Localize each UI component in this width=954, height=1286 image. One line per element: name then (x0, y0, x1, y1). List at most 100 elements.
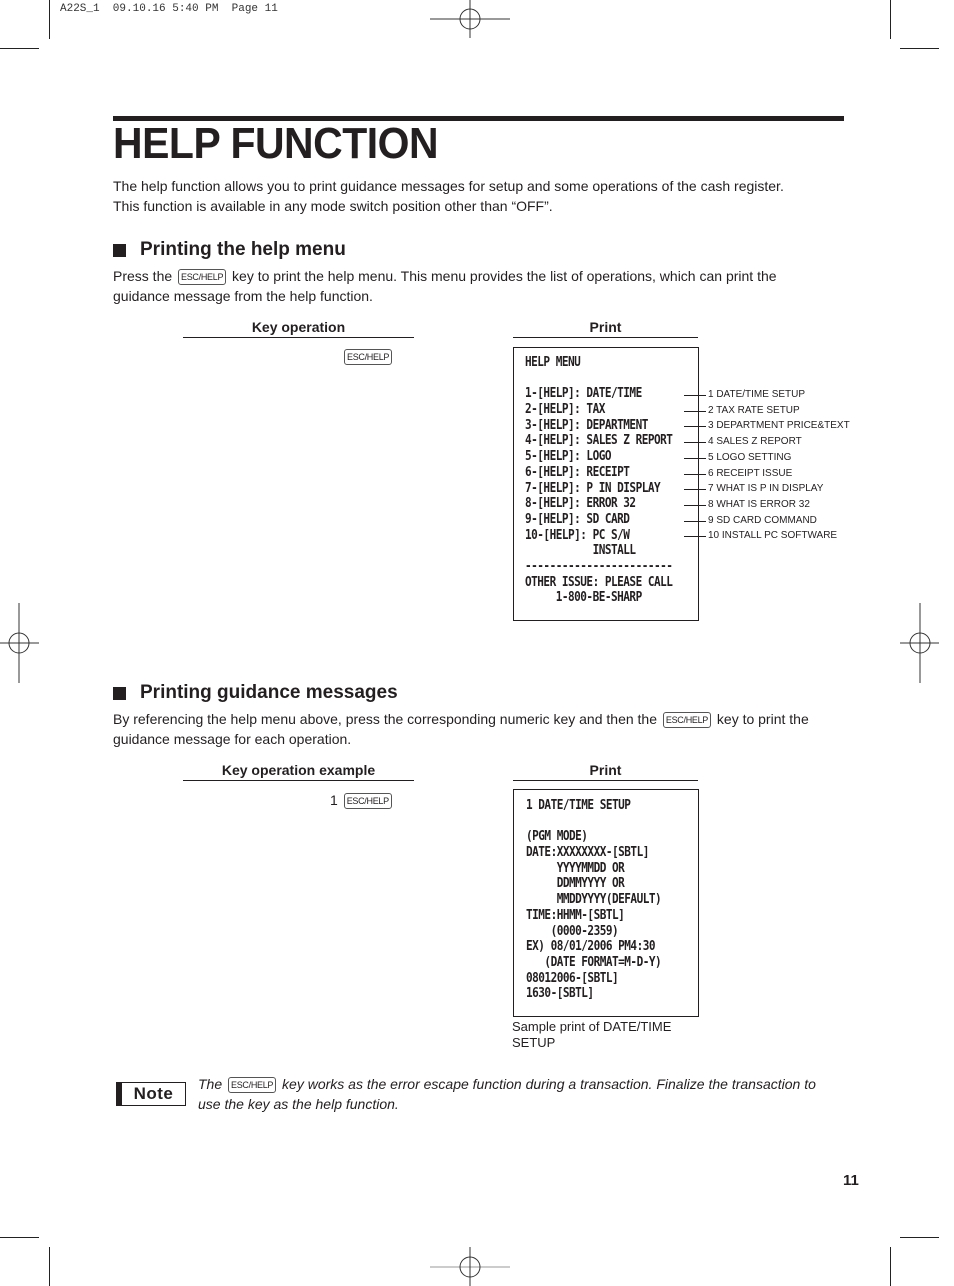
crop-mark-top-right-v (890, 0, 891, 39)
intro-line-2: This function is available in any mode s… (113, 198, 553, 214)
key-sequence-example: 1 ESC/HELP (330, 792, 394, 809)
leader-line (684, 410, 706, 412)
section-heading-text: Printing guidance messages (140, 682, 398, 703)
receipt-line: MMDDYYYY(DEFAULT) (526, 892, 662, 908)
square-bullet-icon (113, 686, 126, 700)
crop-mark-bottom-right-h (900, 1237, 939, 1238)
section1-paragraph: Press the ESC/HELP key to print the help… (113, 266, 853, 306)
receipt-line: 2-[HELP]: TAX (525, 402, 605, 418)
receipt-line: 1630-[SBTL] (526, 986, 594, 1002)
esc-help-key-icon: ESC/HELP (228, 1077, 277, 1093)
help-menu-annotation: 3 DEPARTMENT PRICE&TEXT (708, 420, 850, 432)
receipt-line: 1-800-BE-SHARP (525, 590, 643, 606)
crop-mark-top-right-h (900, 48, 939, 49)
receipt-line: 1-[HELP]: DATE/TIME (525, 386, 642, 402)
text: guidance message from the help function. (113, 288, 373, 304)
receipt-line: (DATE FORMAT=M-D-Y) (526, 954, 662, 970)
help-menu-annotation: 5 LOGO SETTING (708, 451, 792, 463)
receipt-line: 10-[HELP]: PC S/W (525, 527, 630, 543)
crop-mark-top-left-v (49, 0, 50, 39)
receipt-line: 6-[HELP]: RECEIPT (525, 464, 630, 480)
receipt-line: YYYYMMDD OR (526, 860, 625, 876)
text: key works as the error escape function d… (282, 1076, 816, 1092)
crop-mark-bottom-left-h (0, 1237, 39, 1238)
leader-line (684, 520, 706, 522)
receipt-line: (PGM MODE) (526, 829, 588, 845)
esc-help-key-icon: ESC/HELP (178, 269, 227, 285)
date-time-setup-receipt: 1 DATE/TIME SETUP (PGM MODE) DATE:XXXXXXXX… (513, 789, 699, 1017)
help-menu-annotation: 9 SD CARD COMMAND (708, 514, 817, 526)
text: use the key as the help function. (198, 1096, 399, 1112)
caption-line: Sample print of DATE/TIME (512, 1019, 672, 1034)
numeric-key-digit: 1 (330, 792, 338, 808)
note-badge: Note (116, 1082, 186, 1106)
receipt-line: HELP MENU (525, 355, 581, 370)
help-menu-annotation: 8 WHAT IS ERROR 32 (708, 498, 810, 510)
receipt-line: DDMMYYYY OR (526, 876, 625, 892)
receipt-line: 4-[HELP]: SALES Z REPORT (525, 433, 673, 449)
receipt-line: 3-[HELP]: DEPARTMENT (525, 417, 648, 433)
esc-help-key-icon: ESC/HELP (662, 712, 712, 728)
receipt-line: DATE:XXXXXXXX-[SBTL] (526, 845, 649, 861)
text: Press the (113, 268, 173, 284)
crop-mark-bottom-right-v (890, 1247, 891, 1286)
receipt-line: INSTALL (525, 543, 637, 559)
help-menu-annotation: 4 SALES Z REPORT (708, 436, 802, 448)
key-operation-example-header: Key operation example (183, 762, 414, 781)
esc-help-key-icon: ESC/HELP (344, 349, 393, 365)
intro-paragraph: The help function allows you to print gu… (113, 176, 853, 216)
text: By referencing the help menu above, pres… (113, 711, 657, 727)
receipt-caption: Sample print of DATE/TIME SETUP (512, 1019, 671, 1051)
receipt-line: OTHER ISSUE: PLEASE CALL (525, 574, 673, 590)
receipt-line (525, 371, 672, 387)
section2-paragraph: By referencing the help menu above, pres… (113, 709, 853, 749)
page-number: 11 (843, 1172, 859, 1189)
registration-mark-right-icon (900, 603, 939, 683)
text: key to print the (716, 711, 809, 727)
print-header: Print (513, 762, 698, 781)
receipt-line: 1 DATE/TIME SETUP (526, 798, 631, 813)
page-title: HELP FUNCTION (113, 119, 439, 168)
help-menu-annotation: 7 WHAT IS P IN DISPLAY (708, 483, 824, 495)
leader-line (684, 489, 706, 491)
registration-mark-bottom-icon (430, 1247, 510, 1286)
esc-help-key-icon: ESC/HELP (343, 793, 392, 809)
key-sequence: ESC/HELP (342, 348, 394, 365)
print-header: Print (513, 319, 698, 338)
key-operation-header: Key operation (183, 319, 414, 338)
receipt-line: 08012006-[SBTL] (526, 970, 619, 986)
leader-line (684, 426, 706, 428)
note-text: The ESC/HELP key works as the error esca… (198, 1074, 843, 1114)
text: key to print the help menu. This menu pr… (232, 268, 777, 284)
leader-line (684, 473, 706, 475)
receipt-line: 9-[HELP]: SD CARD (525, 511, 630, 527)
leader-line (684, 457, 706, 459)
registration-mark-top-icon (430, 0, 510, 38)
section-heading-text: Printing the help menu (140, 239, 346, 260)
square-bullet-icon (113, 243, 126, 257)
section-heading-guidance: Printing guidance messages (113, 682, 398, 704)
registration-mark-left-icon (0, 603, 39, 683)
receipt-line: EX) 08/01/2006 PM4:30 (526, 939, 656, 955)
receipt-line: (0000-2359) (526, 923, 619, 939)
leader-line (684, 536, 706, 538)
leader-line (684, 504, 706, 506)
print-slug: A22S_1 09.10.16 5:40 PM Page 11 (60, 3, 278, 15)
help-menu-annotation: 1 DATE/TIME SETUP (708, 389, 806, 400)
help-menu-annotation: 10 INSTALL PC SOFTWARE (708, 530, 838, 542)
text: The (198, 1076, 223, 1092)
leader-line (684, 442, 706, 444)
receipt-line: ------------------------ (525, 558, 673, 574)
crop-mark-top-left-h (0, 48, 39, 49)
text: guidance message for each operation. (113, 731, 352, 747)
help-menu-annotation: 2 TAX RATE SETUP (708, 404, 800, 416)
leader-line (684, 395, 706, 396)
help-menu-receipt: HELP MENU 1-[HELP]: DATE/TIME 2-[HELP]: TA… (513, 347, 699, 621)
section-heading-help-menu: Printing the help menu (113, 239, 346, 261)
caption-line: SETUP (512, 1035, 556, 1050)
receipt-line: TIME:HHMM-[SBTL] (526, 907, 625, 923)
receipt-line: 5-[HELP]: LOGO (525, 449, 612, 465)
receipt-line (526, 814, 661, 830)
receipt-line: 7-[HELP]: P IN DISPLAY (525, 480, 661, 496)
crop-mark-bottom-left-v (49, 1247, 50, 1286)
